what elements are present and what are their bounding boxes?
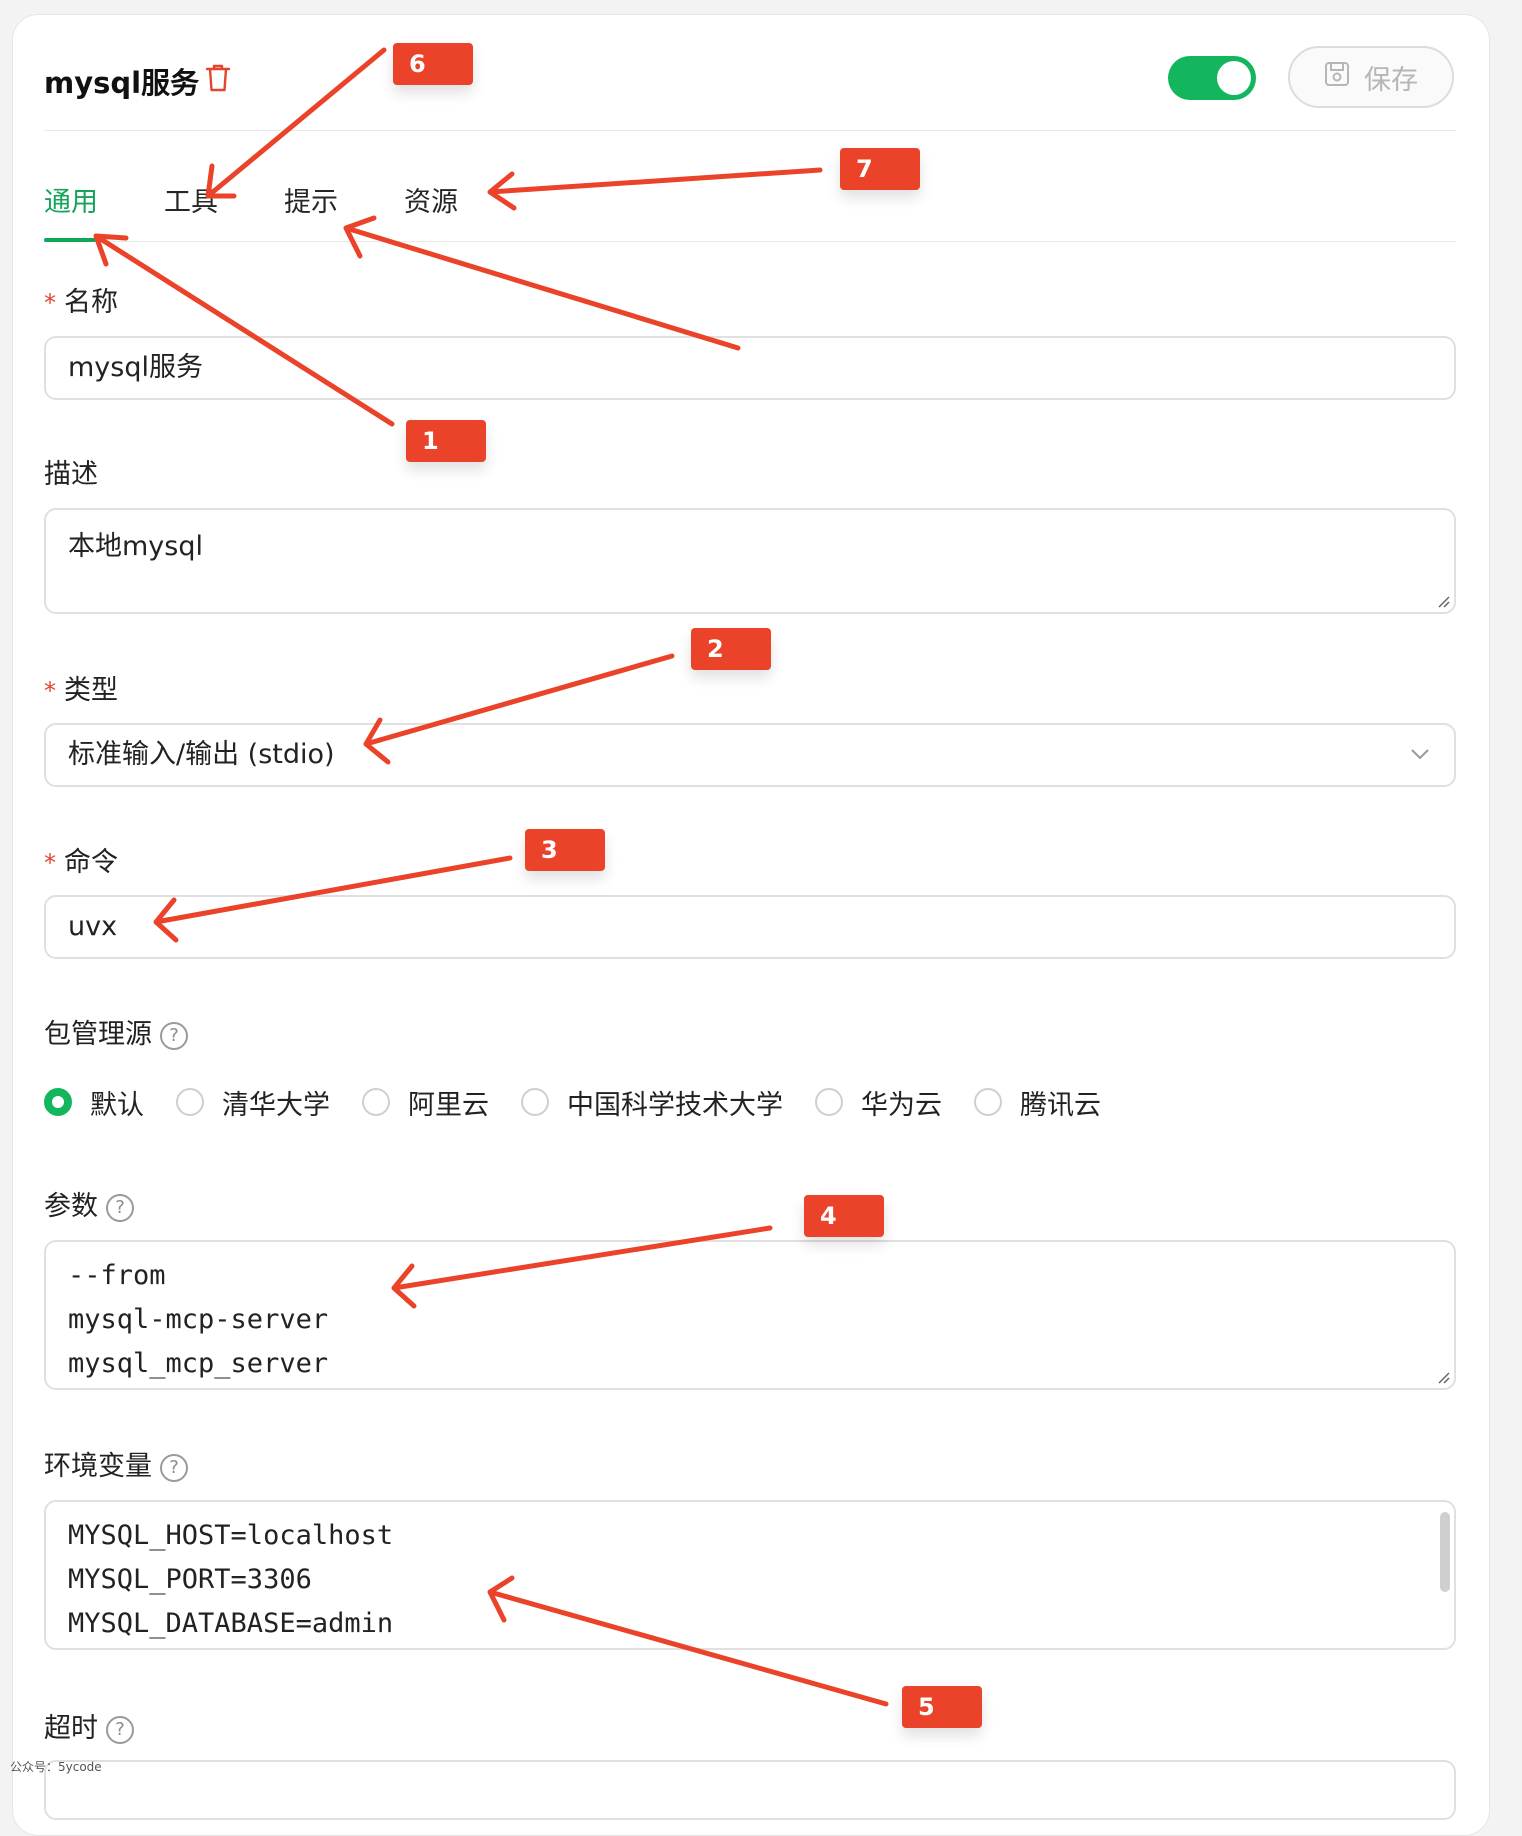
annotation-badge-3: 3 — [525, 829, 605, 871]
arrow-2 — [363, 653, 675, 765]
arrow-1 — [93, 233, 395, 427]
annotation-badge-6: 6 — [393, 43, 473, 85]
arrow-tab-prompts — [343, 215, 741, 351]
arrow-5 — [487, 1575, 889, 1707]
annotation-badge-2: 2 — [691, 628, 771, 670]
annotation-badge-1: 1 — [406, 420, 486, 462]
annotation-badge-7: 7 — [840, 148, 920, 190]
annotation-badge-5: 5 — [902, 1686, 982, 1728]
watermark: 公众号：5ycode — [10, 1760, 102, 1774]
annotation-arrows — [93, 47, 889, 1707]
arrow-4 — [391, 1225, 773, 1309]
arrow-3 — [153, 855, 513, 943]
arrow-7 — [487, 167, 823, 211]
arrow-6 — [205, 47, 387, 199]
annotation-badge-4: 4 — [804, 1195, 884, 1237]
